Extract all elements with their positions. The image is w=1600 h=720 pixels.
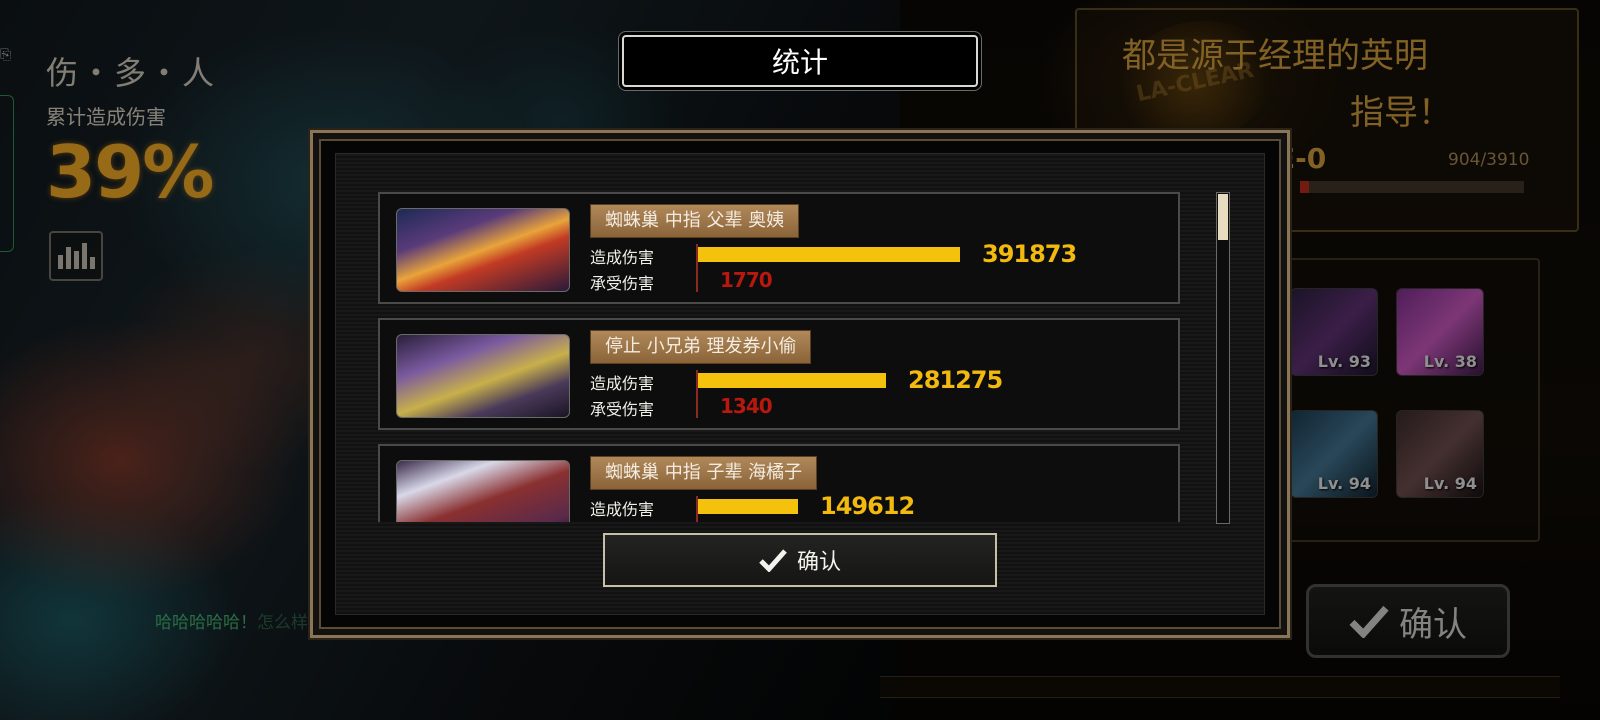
list-item: 蜘蛛巢 中指 父辈 奥姨 造成伤害 承受伤害 391873 1770 [378, 192, 1180, 304]
damage-dealt-bar [698, 247, 960, 262]
damage-dealt-value: 149612 [820, 492, 915, 520]
character-portrait [396, 334, 570, 418]
character-name: 蜘蛛巢 中指 子辈 海橘子 [590, 456, 818, 490]
character-name: 蜘蛛巢 中指 父辈 奥姨 [590, 204, 800, 238]
character-name: 停止 小兄弟 理发券小偷 [590, 330, 812, 364]
damage-dealt-value: 281275 [908, 366, 1003, 394]
damage-dealt-bar [698, 499, 798, 514]
damage-list[interactable]: 蜘蛛巢 中指 父辈 奥姨 造成伤害 承受伤害 391873 1770 停止 小兄… [375, 190, 1185, 522]
scrollbar-thumb[interactable] [1218, 194, 1228, 240]
damage-taken-value: 1770 [720, 268, 773, 292]
list-scrollbar[interactable] [1216, 192, 1230, 524]
check-icon [759, 549, 787, 572]
damage-taken-value: 1340 [720, 394, 773, 418]
list-item: 蜘蛛巢 中指 子辈 海橘子 造成伤害 149612 [378, 444, 1180, 522]
character-portrait [396, 460, 570, 522]
damage-taken-label: 承受伤害 [590, 400, 655, 419]
confirm-button[interactable]: 确认 [603, 533, 997, 587]
character-portrait [396, 208, 570, 292]
confirm-label: 确认 [796, 550, 841, 575]
damage-dealt-value: 391873 [982, 240, 1077, 268]
list-item: 停止 小兄弟 理发券小偷 造成伤害 承受伤害 281275 1340 [378, 318, 1180, 430]
damage-dealt-label: 造成伤害 [590, 374, 655, 393]
damage-dealt-bar [698, 373, 886, 388]
damage-dealt-label: 造成伤害 [590, 248, 655, 267]
dialog-title: 统计 [622, 35, 978, 87]
damage-taken-label: 承受伤害 [590, 274, 655, 293]
damage-dealt-label: 造成伤害 [590, 500, 655, 519]
